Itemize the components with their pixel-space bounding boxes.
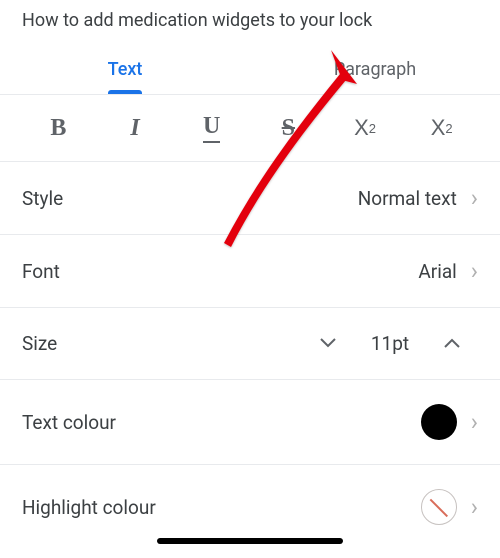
underline-button[interactable]: U	[173, 113, 250, 143]
font-label: Font	[22, 260, 60, 283]
subscript-2: 2	[445, 121, 452, 136]
strikethrough-button[interactable]: S	[250, 113, 327, 143]
size-value: 11pt	[368, 332, 412, 355]
chevron-down-icon	[320, 338, 336, 348]
chevron-right-icon: ›	[471, 259, 478, 283]
tab-paragraph[interactable]: Paragraph	[250, 47, 500, 94]
style-row[interactable]: Style Normal text ›	[0, 162, 500, 235]
home-indicator	[157, 538, 343, 544]
subscript-button[interactable]: X2	[403, 113, 480, 143]
chevron-right-icon: ›	[471, 186, 478, 210]
chevron-right-icon: ›	[471, 410, 478, 434]
size-decrease-button[interactable]	[302, 336, 354, 352]
style-value: Normal text	[358, 187, 457, 210]
text-colour-row[interactable]: Text colour ›	[0, 380, 500, 465]
size-label: Size	[22, 332, 57, 355]
document-title: How to add medication widgets to your lo…	[0, 0, 500, 47]
highlight-colour-swatch-none	[421, 489, 457, 525]
chevron-right-icon: ›	[471, 495, 478, 519]
italic-button[interactable]: I	[97, 113, 174, 143]
highlight-colour-label: Highlight colour	[22, 496, 156, 519]
strikethrough-icon: S	[282, 115, 295, 142]
format-tabs: Text Paragraph	[0, 47, 500, 95]
text-colour-swatch	[421, 404, 457, 440]
highlight-colour-row[interactable]: Highlight colour ›	[0, 465, 500, 549]
tab-text[interactable]: Text	[0, 47, 250, 94]
size-increase-button[interactable]	[426, 336, 478, 352]
chevron-up-icon	[444, 338, 460, 348]
superscript-button[interactable]: X2	[327, 113, 404, 143]
font-value: Arial	[418, 260, 456, 283]
style-label: Style	[22, 187, 63, 210]
subscript-x: X	[431, 115, 446, 141]
underline-icon: U	[203, 113, 220, 143]
font-row[interactable]: Font Arial ›	[0, 235, 500, 308]
superscript-x: X	[354, 115, 369, 141]
text-colour-label: Text colour	[22, 411, 116, 434]
superscript-2: 2	[369, 121, 376, 136]
inline-format-row: B I U S X2 X2	[0, 95, 500, 162]
size-row: Size 11pt	[0, 308, 500, 380]
bold-button[interactable]: B	[20, 113, 97, 143]
